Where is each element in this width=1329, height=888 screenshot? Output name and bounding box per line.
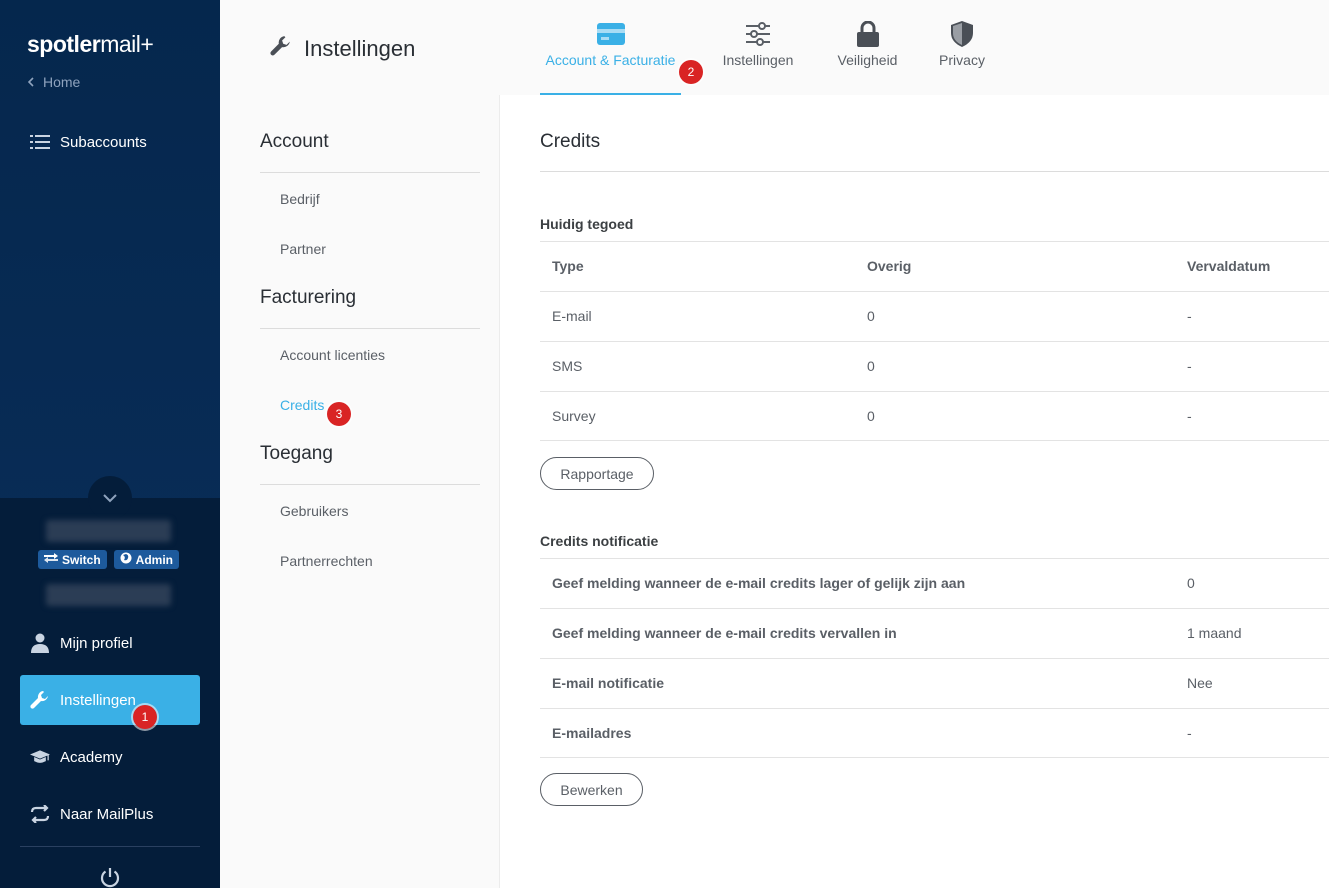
nav-group-toegang: Toegang: [260, 443, 480, 485]
sidebar-item-naar-mailplus[interactable]: Naar MailPlus: [20, 789, 200, 839]
setting-label: Geef melding wanneer de e-mail credits v…: [552, 625, 897, 641]
wrench-icon: [30, 690, 50, 710]
content-title: Credits: [540, 131, 601, 152]
table-header: Type Overig Vervaldatum: [540, 241, 1329, 291]
chevron-left-icon: [27, 74, 35, 90]
spotler-mail-logo[interactable]: spotlermail+: [27, 31, 154, 58]
tab-instellingen[interactable]: Instellingen: [716, 20, 800, 95]
column-header-overig: Overig: [867, 258, 912, 274]
nav-link-credits[interactable]: Credits: [280, 397, 324, 413]
credit-card-icon: [596, 20, 625, 48]
cell-type: SMS: [552, 358, 583, 374]
switch-icon: [44, 552, 58, 567]
main-content: Credits Huidig tegoed Type Overig Verval…: [500, 95, 1329, 888]
setting-label: E-mail notificatie: [552, 675, 665, 691]
tab-privacy[interactable]: Privacy: [936, 20, 988, 95]
rapportage-button[interactable]: Rapportage: [540, 457, 654, 490]
sidebar-item-academy[interactable]: Academy: [20, 732, 200, 782]
cell-type: Survey: [552, 408, 596, 424]
column-header-type: Type: [552, 258, 584, 274]
switch-chip[interactable]: Switch: [38, 550, 107, 569]
table-row: E-mail 0 -: [540, 291, 1329, 341]
section-heading-credits-notificatie: Credits notificatie: [540, 533, 659, 549]
power-icon[interactable]: [99, 866, 121, 888]
title-divider: [540, 171, 1329, 172]
table-row: Geef melding wanneer de e-mail credits v…: [540, 608, 1329, 658]
table-row: Geef melding wanneer de e-mail credits l…: [540, 558, 1329, 608]
account-name-redacted: [46, 520, 171, 542]
graduation-cap-icon: [30, 747, 50, 767]
sidebar-item-instellingen[interactable]: Instellingen: [20, 675, 200, 725]
nav-link-partner[interactable]: Partner: [280, 241, 326, 257]
sidebar-item-mijn-profiel[interactable]: Mijn profiel: [20, 618, 200, 668]
list-icon: [30, 132, 50, 152]
nav-group-facturering: Facturering: [260, 287, 480, 329]
table-row: Survey 0 -: [540, 391, 1329, 441]
setting-value: 1 maand: [1187, 625, 1242, 641]
cell-vervaldatum: -: [1187, 308, 1192, 324]
sidebar-divider: [20, 846, 200, 847]
nav-group-account: Account: [260, 131, 480, 173]
shield-icon: [951, 20, 973, 48]
setting-value: 0: [1187, 575, 1195, 591]
tab-veiligheid[interactable]: Veiligheid: [832, 20, 903, 95]
cell-type: E-mail: [552, 308, 592, 324]
user-icon: [30, 633, 50, 653]
setting-value: -: [1187, 725, 1192, 741]
table-row: E-mail notificatie Nee: [540, 658, 1329, 708]
arrows-swap-icon: [30, 804, 50, 824]
lock-icon: [856, 20, 879, 48]
step-marker-3: 3: [327, 402, 351, 426]
cell-overig: 0: [867, 408, 875, 424]
wrench-icon: [270, 35, 292, 63]
nav-link-partnerrechten[interactable]: Partnerrechten: [280, 553, 373, 569]
setting-value: Nee: [1187, 675, 1213, 691]
step-marker-1: 1: [133, 705, 157, 729]
settings-subnav: Account Bedrijf Partner Facturering Acco…: [220, 95, 500, 888]
section-heading-huidig-tegoed: Huidig tegoed: [540, 216, 634, 232]
cell-vervaldatum: -: [1187, 408, 1192, 424]
globe-icon: [120, 552, 132, 567]
setting-label: Geef melding wanneer de e-mail credits l…: [552, 575, 966, 591]
home-link[interactable]: Home: [27, 74, 80, 90]
nav-link-gebruikers[interactable]: Gebruikers: [280, 503, 348, 519]
collapse-button[interactable]: [88, 476, 132, 520]
account-email-redacted: [46, 584, 171, 606]
sidebar-item-subaccounts[interactable]: Subaccounts: [20, 117, 200, 167]
table-row: E-mailadres -: [540, 708, 1329, 758]
sliders-icon: [745, 20, 771, 48]
column-header-vervaldatum: Vervaldatum: [1187, 258, 1271, 274]
setting-label: E-mailadres: [552, 725, 632, 741]
cell-vervaldatum: -: [1187, 358, 1192, 374]
table-row: SMS 0 -: [540, 341, 1329, 391]
admin-chip[interactable]: Admin: [113, 550, 180, 569]
nav-link-bedrijf[interactable]: Bedrijf: [280, 191, 320, 207]
nav-link-account-licenties[interactable]: Account licenties: [280, 347, 385, 363]
page-title: Instellingen: [270, 35, 415, 63]
tab-account-facturatie[interactable]: Account & Facturatie: [540, 20, 681, 95]
bewerken-button[interactable]: Bewerken: [540, 773, 643, 806]
chevron-down-icon: [103, 490, 117, 508]
account-chips: Switch Admin: [38, 550, 180, 569]
top-header: Instellingen Account & Facturatie Instel…: [220, 0, 1329, 95]
cell-overig: 0: [867, 308, 875, 324]
sidebar: spotlermail+ Home Subaccounts Switch Adm…: [0, 0, 220, 888]
cell-overig: 0: [867, 358, 875, 374]
step-marker-2: 2: [679, 60, 703, 84]
